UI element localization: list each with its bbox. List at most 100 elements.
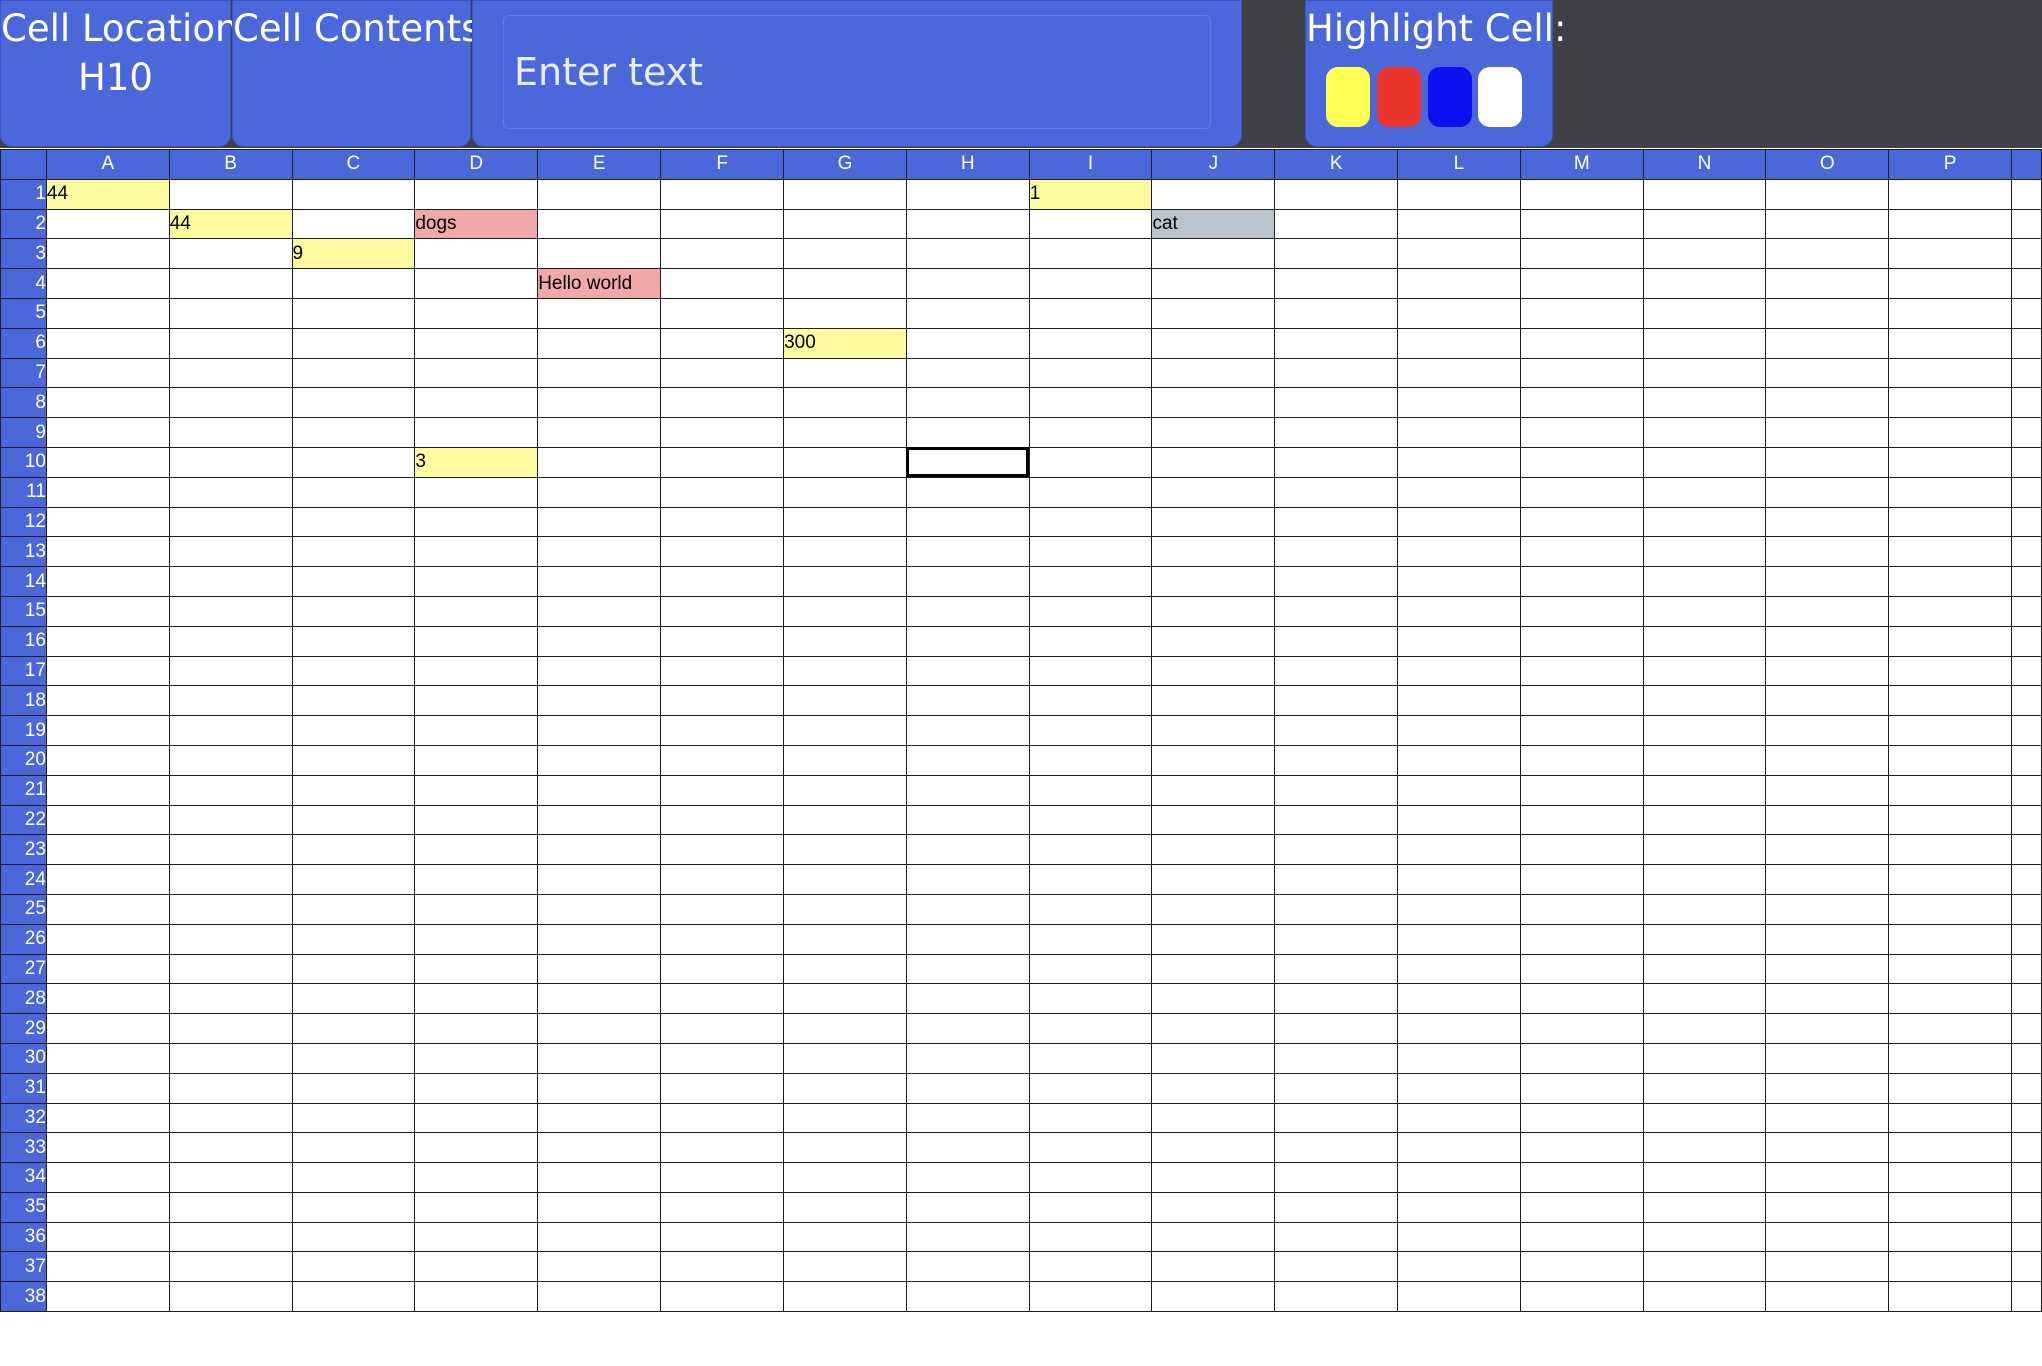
column-header-J[interactable]: J	[1151, 149, 1276, 180]
cell-G25[interactable]	[783, 893, 907, 925]
cell-D16[interactable]	[414, 625, 539, 657]
cell-I29[interactable]	[1028, 1013, 1153, 1044]
cell-I16[interactable]	[1028, 625, 1153, 657]
cell-G34[interactable]	[783, 1162, 907, 1193]
cell-B27[interactable]	[168, 953, 293, 985]
cell-B20[interactable]	[168, 744, 293, 776]
cell-A17[interactable]	[45, 655, 170, 687]
cell-A12[interactable]	[45, 506, 170, 538]
cell-J23[interactable]	[1151, 834, 1276, 866]
cell-E27[interactable]	[537, 953, 662, 985]
row-header-18[interactable]: 18	[0, 685, 47, 717]
cell-M21[interactable]	[1519, 774, 1644, 806]
cell-overflow[interactable]	[2010, 1251, 2042, 1283]
cell-H27[interactable]	[905, 953, 1030, 985]
cell-G29[interactable]	[783, 1013, 907, 1044]
cell-overflow[interactable]	[2010, 715, 2042, 746]
cell-P1[interactable]	[1888, 178, 2012, 210]
cell-B6[interactable]	[168, 327, 293, 359]
cell-M29[interactable]	[1519, 1013, 1644, 1044]
cell-G16[interactable]	[783, 625, 907, 657]
cell-N25[interactable]	[1642, 893, 1767, 925]
cell-M24[interactable]	[1519, 864, 1644, 895]
cell-P22[interactable]	[1888, 804, 2012, 836]
cell-P30[interactable]	[1888, 1042, 2012, 1074]
cell-O13[interactable]	[1765, 536, 1890, 568]
cell-N13[interactable]	[1642, 536, 1767, 568]
cell-L34[interactable]	[1397, 1162, 1521, 1193]
cell-N21[interactable]	[1642, 774, 1767, 806]
row-header-32[interactable]: 32	[0, 1102, 47, 1134]
cell-M16[interactable]	[1519, 625, 1644, 657]
cell-N1[interactable]	[1642, 178, 1767, 210]
cell-P33[interactable]	[1888, 1132, 2012, 1164]
cell-I32[interactable]	[1028, 1102, 1153, 1134]
cell-K15[interactable]	[1274, 595, 1399, 627]
cell-O26[interactable]	[1765, 923, 1890, 955]
cell-H5[interactable]	[905, 297, 1030, 329]
cell-E15[interactable]	[537, 595, 662, 627]
cell-overflow[interactable]	[2010, 417, 2042, 448]
cell-J32[interactable]	[1151, 1102, 1276, 1134]
cell-O31[interactable]	[1765, 1072, 1890, 1104]
cell-P37[interactable]	[1888, 1251, 2012, 1283]
cell-I3[interactable]	[1028, 238, 1153, 270]
cell-L20[interactable]	[1397, 744, 1521, 776]
cell-D10[interactable]: 3	[414, 446, 539, 478]
cell-B4[interactable]	[168, 268, 293, 299]
cell-K21[interactable]	[1274, 774, 1399, 806]
cell-G21[interactable]	[783, 774, 907, 806]
row-header-22[interactable]: 22	[0, 804, 47, 836]
cell-M30[interactable]	[1519, 1042, 1644, 1074]
highlight-swatch-white[interactable]	[1478, 67, 1522, 127]
row-header-29[interactable]: 29	[0, 1013, 47, 1044]
cell-overflow[interactable]	[2010, 327, 2042, 359]
cell-B15[interactable]	[168, 595, 293, 627]
cell-O24[interactable]	[1765, 864, 1890, 895]
cell-B24[interactable]	[168, 864, 293, 895]
cell-L19[interactable]	[1397, 715, 1521, 746]
cell-A13[interactable]	[45, 536, 170, 568]
cell-C4[interactable]	[291, 268, 416, 299]
cell-A35[interactable]	[45, 1191, 170, 1223]
cell-B5[interactable]	[168, 297, 293, 329]
cell-J7[interactable]	[1151, 357, 1276, 389]
cell-G5[interactable]	[783, 297, 907, 329]
cell-B2[interactable]: 44	[168, 208, 293, 240]
cell-J17[interactable]	[1151, 655, 1276, 687]
cell-M7[interactable]	[1519, 357, 1644, 389]
cell-A38[interactable]	[45, 1281, 170, 1313]
cell-C18[interactable]	[291, 685, 416, 717]
cell-G32[interactable]	[783, 1102, 907, 1134]
cell-M25[interactable]	[1519, 893, 1644, 925]
cell-F5[interactable]	[660, 297, 785, 329]
cell-L33[interactable]	[1397, 1132, 1521, 1164]
cell-J10[interactable]	[1151, 446, 1276, 478]
cell-J1[interactable]	[1151, 178, 1276, 210]
cell-M10[interactable]	[1519, 446, 1644, 478]
cell-P13[interactable]	[1888, 536, 2012, 568]
column-header-L[interactable]: L	[1397, 149, 1521, 180]
cell-H28[interactable]	[905, 983, 1030, 1015]
cell-J19[interactable]	[1151, 715, 1276, 746]
cell-N22[interactable]	[1642, 804, 1767, 836]
cell-N16[interactable]	[1642, 625, 1767, 657]
cell-P31[interactable]	[1888, 1072, 2012, 1104]
cell-M19[interactable]	[1519, 715, 1644, 746]
cell-I35[interactable]	[1028, 1191, 1153, 1223]
cell-O33[interactable]	[1765, 1132, 1890, 1164]
cell-N23[interactable]	[1642, 834, 1767, 866]
cell-O15[interactable]	[1765, 595, 1890, 627]
cell-H11[interactable]	[905, 476, 1030, 508]
row-header-5[interactable]: 5	[0, 297, 47, 329]
cell-A7[interactable]	[45, 357, 170, 389]
cell-I12[interactable]	[1028, 506, 1153, 538]
column-header-B[interactable]: B	[168, 149, 293, 180]
cell-H16[interactable]	[905, 625, 1030, 657]
row-header-20[interactable]: 20	[0, 744, 47, 776]
cell-J8[interactable]	[1151, 387, 1276, 419]
cell-L9[interactable]	[1397, 417, 1521, 448]
cell-C27[interactable]	[291, 953, 416, 985]
row-header-25[interactable]: 25	[0, 893, 47, 925]
cell-J33[interactable]	[1151, 1132, 1276, 1164]
